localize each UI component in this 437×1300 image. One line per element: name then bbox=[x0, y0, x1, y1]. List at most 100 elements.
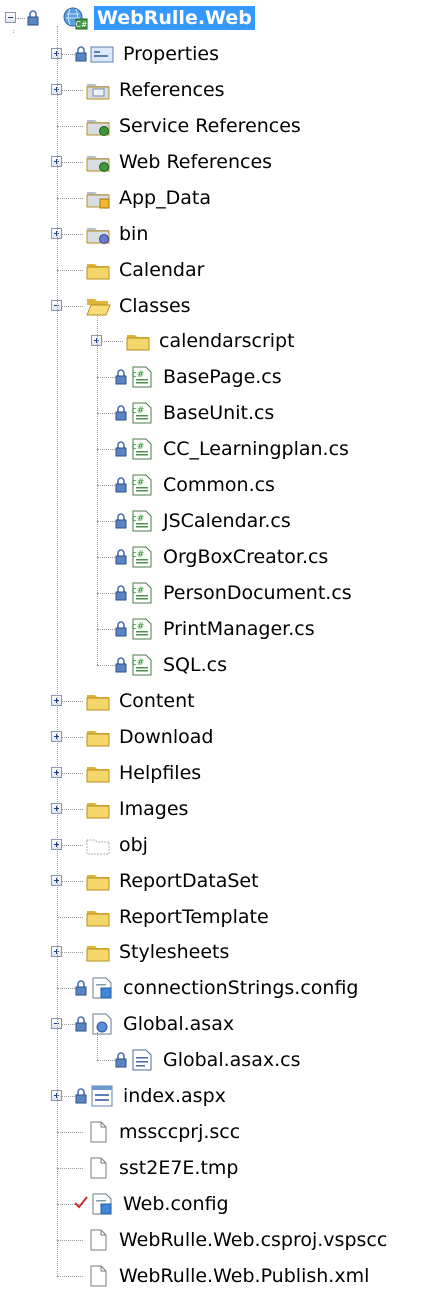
csharp-file-icon: c# bbox=[132, 546, 152, 568]
collapse-toggle[interactable] bbox=[5, 12, 16, 23]
tree-node[interactable]: bin bbox=[0, 216, 437, 252]
tree-node-label[interactable]: Web References bbox=[119, 150, 272, 174]
blank-file-icon bbox=[90, 1121, 107, 1143]
tree-node-label[interactable]: References bbox=[119, 78, 225, 102]
tree-node[interactable]: App_Data bbox=[0, 180, 437, 216]
tree-node[interactable]: c# CC_Learningplan.cs bbox=[0, 431, 437, 467]
properties-icon bbox=[90, 46, 114, 63]
tree-node-label[interactable]: Content bbox=[119, 689, 195, 713]
tree-node-label[interactable]: ReportDataSet bbox=[119, 869, 259, 893]
tree-node-label[interactable]: BaseUnit.cs bbox=[163, 401, 274, 425]
tree-node[interactable]: connectionStrings.config bbox=[0, 970, 437, 1006]
tree-node-label[interactable]: Helpfiles bbox=[119, 761, 201, 785]
tree-node[interactable]: c# PrintManager.cs bbox=[0, 611, 437, 647]
tree-node[interactable]: c# OrgBoxCreator.cs bbox=[0, 539, 437, 575]
tree-node[interactable]: Properties bbox=[0, 36, 437, 72]
tree-node[interactable]: c# BaseUnit.cs bbox=[0, 395, 437, 431]
tree-node[interactable]: c# BasePage.cs bbox=[0, 359, 437, 395]
tree-node[interactable]: Web.config bbox=[0, 1186, 437, 1222]
tree-node[interactable]: sst2E7E.tmp bbox=[0, 1150, 437, 1186]
tree-node[interactable]: Content bbox=[0, 683, 437, 719]
lock-icon bbox=[115, 549, 127, 565]
lock-icon bbox=[115, 1052, 127, 1068]
csharp-file-icon: c# bbox=[132, 510, 152, 532]
tree-node[interactable]: obj bbox=[0, 827, 437, 863]
tree-node-label[interactable]: bin bbox=[119, 222, 148, 246]
tree-node-label[interactable]: connectionStrings.config bbox=[123, 976, 358, 1000]
folder-icon bbox=[126, 335, 150, 351]
tree-node-webrulle-web[interactable]: C# WebRulle.Web bbox=[0, 0, 437, 36]
tree-node[interactable]: Global.asax bbox=[0, 1006, 437, 1042]
tree-node[interactable]: c# PersonDocument.cs bbox=[0, 575, 437, 611]
tree-node[interactable]: Helpfiles bbox=[0, 755, 437, 791]
tree-node-label[interactable]: Calendar bbox=[119, 258, 204, 282]
tree-node-label[interactable]: JSCalendar.cs bbox=[163, 509, 291, 533]
blank-file-icon bbox=[90, 1229, 107, 1251]
solution-explorer-tree: C# WebRulle.Web Properties References Serv… bbox=[0, 0, 437, 1300]
tree-node[interactable]: index.aspx bbox=[0, 1078, 437, 1114]
tree-node-label[interactable]: sst2E7E.tmp bbox=[119, 1156, 239, 1180]
tree-node-label[interactable]: BasePage.cs bbox=[163, 365, 282, 389]
tree-node[interactable]: Calendar bbox=[0, 252, 437, 288]
tree-node-label[interactable]: index.aspx bbox=[123, 1084, 226, 1108]
tree-node[interactable]: Download bbox=[0, 719, 437, 755]
tree-node[interactable]: Service References bbox=[0, 108, 437, 144]
tree-node[interactable]: WebRulle.Web.csproj.vspscc bbox=[0, 1222, 437, 1258]
tree-node-label[interactable]: PersonDocument.cs bbox=[163, 581, 352, 605]
tree-node[interactable]: Web References bbox=[0, 144, 437, 180]
svg-text:c#: c# bbox=[132, 442, 145, 452]
lock-icon bbox=[115, 369, 127, 385]
tree-node-label[interactable]: Web.config bbox=[123, 1192, 229, 1216]
tree-node-label[interactable]: CC_Learningplan.cs bbox=[163, 437, 349, 461]
csharp-file-icon: c# bbox=[132, 474, 152, 496]
tree-node[interactable]: mssccprj.scc bbox=[0, 1114, 437, 1150]
project-name[interactable]: WebRulle.Web bbox=[94, 6, 255, 30]
folder-icon bbox=[86, 803, 110, 819]
tree-node[interactable]: References bbox=[0, 72, 437, 108]
folder-icon bbox=[86, 911, 110, 927]
tree-node[interactable]: ReportTemplate bbox=[0, 899, 437, 935]
tree-node-label[interactable]: WebRulle.Web.Publish.xml bbox=[119, 1264, 369, 1288]
tree-node-label[interactable]: Global.asax bbox=[123, 1012, 234, 1036]
tree-node-label[interactable]: Common.cs bbox=[163, 473, 275, 497]
csharp-file-icon: c# bbox=[132, 618, 152, 640]
tree-node-label[interactable]: ReportTemplate bbox=[119, 905, 269, 929]
tree-node-label[interactable]: Classes bbox=[119, 294, 191, 318]
tree-node-label[interactable]: Service References bbox=[119, 114, 301, 138]
tree-node[interactable]: ReportDataSet bbox=[0, 863, 437, 899]
tree-node-label[interactable]: Global.asax.cs bbox=[163, 1048, 300, 1072]
tree-node-label[interactable]: Stylesheets bbox=[119, 940, 229, 964]
tree-node-label[interactable]: mssccprj.scc bbox=[119, 1120, 240, 1144]
tree-node[interactable]: calendarscript bbox=[0, 323, 437, 359]
folder-open-icon bbox=[86, 299, 111, 316]
config-file-icon bbox=[92, 977, 112, 999]
tree-node-label[interactable]: calendarscript bbox=[159, 329, 295, 353]
tree-node-label[interactable]: SQL.cs bbox=[163, 653, 227, 677]
tree-node-label[interactable]: PrintManager.cs bbox=[163, 617, 315, 641]
tree-node-label[interactable]: App_Data bbox=[119, 186, 211, 210]
tree-node-label[interactable]: Download bbox=[119, 725, 213, 749]
tree-node[interactable]: Classes bbox=[0, 288, 437, 324]
tree-node[interactable]: c# SQL.cs bbox=[0, 647, 437, 683]
csharp-file-icon: c# bbox=[132, 582, 152, 604]
tree-node[interactable]: c# Common.cs bbox=[0, 467, 437, 503]
tree-node-label[interactable]: obj bbox=[119, 833, 148, 857]
tree-node-label[interactable]: WebRulle.Web.csproj.vspscc bbox=[119, 1228, 387, 1252]
tree-node-label[interactable]: Properties bbox=[123, 42, 219, 66]
svg-text:c#: c# bbox=[132, 370, 145, 380]
csharp-web-project-icon: C# bbox=[63, 7, 88, 30]
web-references-icon bbox=[86, 156, 110, 172]
service-references-icon bbox=[86, 120, 110, 136]
tree-node[interactable]: Stylesheets bbox=[0, 934, 437, 970]
tree-node[interactable]: c# JSCalendar.cs bbox=[0, 503, 437, 539]
tree-node-label[interactable]: Images bbox=[119, 797, 188, 821]
lock-icon bbox=[115, 621, 127, 637]
tree-node[interactable]: WebRulle.Web.Publish.xml bbox=[0, 1258, 437, 1294]
tree-node[interactable]: Global.asax.cs bbox=[0, 1042, 437, 1078]
tree-node-label[interactable]: OrgBoxCreator.cs bbox=[163, 545, 328, 569]
folder-icon bbox=[86, 946, 110, 962]
tree-node[interactable]: Images bbox=[0, 791, 437, 827]
svg-text:c#: c# bbox=[132, 622, 145, 632]
lock-icon bbox=[115, 513, 127, 529]
lock-icon bbox=[115, 441, 127, 457]
